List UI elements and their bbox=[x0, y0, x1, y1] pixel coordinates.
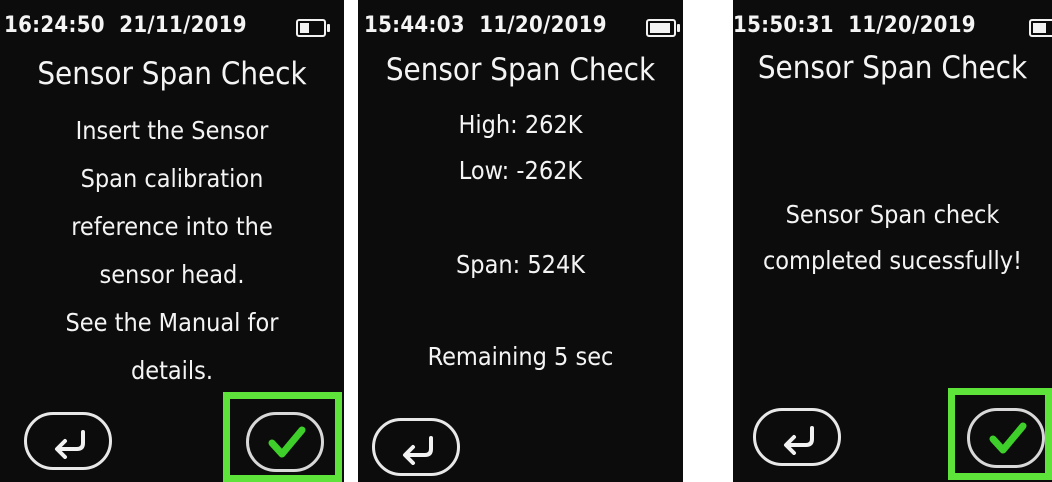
status-datetime: 15:50:31 11/20/2019 bbox=[733, 13, 976, 38]
checkmark-icon bbox=[268, 426, 306, 458]
status-bar: 16:24:50 21/11/2019 bbox=[0, 5, 344, 43]
battery-level bbox=[650, 23, 670, 33]
status-datetime: 16:24:50 21/11/2019 bbox=[4, 13, 247, 38]
return-arrow-icon bbox=[784, 426, 814, 455]
device-screen-2: 15:44:03 11/20/2019 Sensor Span Check Hi… bbox=[358, 0, 683, 482]
back-button[interactable] bbox=[24, 412, 112, 470]
status-bar: 15:44:03 11/20/2019 bbox=[358, 5, 683, 43]
checkmark-icon bbox=[989, 422, 1027, 454]
device-screen-1: 16:24:50 21/11/2019 Sensor Span Check In… bbox=[0, 0, 344, 482]
status-date: 21/11/2019 bbox=[119, 13, 247, 38]
battery-icon bbox=[296, 19, 330, 37]
instruction-line-4: sensor head. bbox=[99, 260, 245, 289]
confirm-button[interactable] bbox=[246, 412, 324, 472]
screen-title: Sensor Span Check bbox=[385, 52, 656, 88]
status-time: 16:24:50 bbox=[4, 13, 105, 38]
return-arrow-icon bbox=[55, 430, 85, 459]
status-bar: 15:50:31 11/20/2019 bbox=[733, 5, 1052, 43]
low-value: Low: -262K bbox=[458, 156, 583, 185]
status-date: 11/20/2019 bbox=[848, 13, 976, 38]
battery-level bbox=[1033, 23, 1046, 33]
battery-icon bbox=[1029, 19, 1052, 37]
high-value: High: 262K bbox=[458, 110, 583, 139]
result-line-2: completed sucessfully! bbox=[762, 246, 1023, 275]
back-button[interactable] bbox=[372, 418, 460, 476]
battery-icon bbox=[646, 19, 680, 37]
status-datetime: 15:44:03 11/20/2019 bbox=[364, 13, 607, 38]
screen-title: Sensor Span Check bbox=[37, 56, 307, 92]
instruction-line-1: Insert the Sensor bbox=[75, 116, 269, 145]
device-screen-3: 15:50:31 11/20/2019 Sensor Span Check Se… bbox=[733, 0, 1052, 482]
battery-level bbox=[300, 23, 309, 33]
countdown-text: Remaining 5 sec bbox=[427, 342, 614, 371]
status-time: 15:50:31 bbox=[733, 13, 834, 38]
status-date: 11/20/2019 bbox=[479, 13, 607, 38]
instruction-line-6: details. bbox=[130, 356, 214, 385]
return-arrow-icon bbox=[403, 436, 433, 465]
screen-title: Sensor Span Check bbox=[757, 50, 1028, 86]
status-time: 15:44:03 bbox=[364, 13, 465, 38]
instruction-line-3: reference into the bbox=[71, 212, 273, 241]
back-button[interactable] bbox=[753, 408, 841, 466]
span-value: Span: 524K bbox=[456, 250, 585, 279]
result-line-1: Sensor Span check bbox=[785, 200, 1000, 229]
instruction-line-5: See the Manual for bbox=[65, 308, 279, 337]
confirm-button[interactable] bbox=[967, 408, 1045, 468]
instruction-line-2: Span calibration bbox=[80, 164, 264, 193]
